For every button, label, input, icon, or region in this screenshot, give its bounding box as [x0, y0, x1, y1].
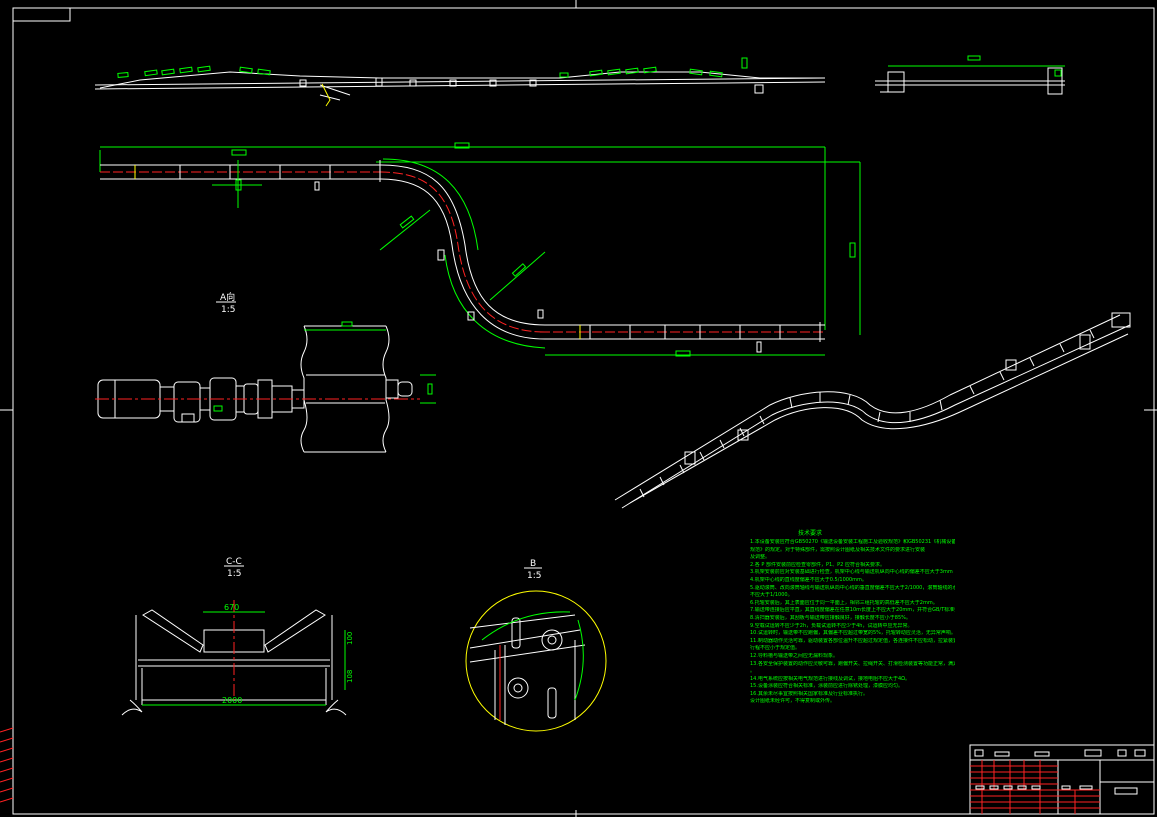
dim-2000: 2000	[222, 696, 242, 705]
small-elevation-view	[875, 55, 1065, 95]
note-line: 9.空载试运转不应少于2h，负载试运转不应少于4h，试运转中应无异常。	[750, 622, 913, 629]
view-a-scale: 1:5	[221, 305, 235, 315]
left-edge-marks	[0, 727, 14, 803]
note-line: 设计图纸未经许可，不得复制或外传。	[750, 698, 836, 705]
note-line: 12.导料槽与输送带之间应无漏料现象。	[750, 652, 838, 659]
note-line: 16.其余未尽事宜按照相关国家标准及行业标准执行。	[750, 690, 868, 697]
note-line: 。	[750, 668, 756, 675]
notes-heading: 技术要求	[797, 530, 822, 537]
cad-drawing-canvas: A向 1:5 C-C 1:5 670 2000 100 108 B 1:5	[0, 0, 1157, 817]
note-line: 规范》的规定。对于特殊部件，需按照设计图纸及相关技术文件的要求进行安装	[750, 546, 926, 553]
note-line: 不应大于1/1000。	[750, 592, 793, 599]
detail-b-view: B 1:5	[465, 559, 607, 732]
isometric-conveyor-view	[614, 312, 1131, 509]
note-line: 3.机架安装前应对安装基础进行检查，机架中心线与输送机纵向中心线的偏差不应大于3…	[750, 569, 953, 576]
top-elevation-view	[94, 57, 826, 107]
note-line: 5.驱动滚筒、改向滚筒轴线与输送机纵向中心线的垂直度偏差不应大于2/1000，滚…	[750, 584, 955, 591]
note-line: 1.本设备安装应符合GB50270《输送设备安装工程施工及验收规范》和GB502…	[750, 539, 955, 545]
dim-100: 100	[346, 632, 354, 645]
detail-b-scale: 1:5	[527, 571, 541, 581]
note-line: 11.制动器动作灵活可靠，驱动装置各部位温升不应超过规定值，各连接件不应松动，拉…	[750, 637, 955, 644]
note-line: 及调整。	[750, 554, 771, 561]
note-line: 13.各安全保护装置的动作应灵敏可靠，跑偏开关、拉绳开关、打滑检测装置等功能正常…	[750, 660, 955, 667]
view-a-title: A向	[220, 291, 235, 303]
note-line: 6.托辊安装后，其上表面应位于同一平面上，相邻三组托辊的高低差不应大于2mm。	[750, 599, 938, 606]
drive-assembly-view	[95, 321, 436, 453]
note-line: 行程不应小于规定值。	[750, 645, 801, 652]
note-line: 4.机架中心线的直线度偏差不应大于0.5/1000mm。	[750, 576, 867, 583]
note-line: 8.清扫器安装后，其刮板与输送带应接触良好，接触长度不应小于85%。	[750, 614, 911, 621]
dim-108: 108	[346, 670, 354, 683]
note-line: 2.各 P 部件安装前应检查零部件，P1、P2 应符合相关要求。	[750, 561, 885, 568]
note-line: 10.试运转时，输送带不应跑偏，其偏差不应超过带宽的5%，托辊转动应灵活，无异常…	[750, 630, 955, 637]
note-line: 14.电气系统应按相关电气规范进行接线及调试，接地电阻不应大于4Ω。	[750, 675, 910, 682]
title-block	[969, 744, 1155, 815]
section-c-view: C-C 1:5 670 2000 100 108	[121, 557, 354, 716]
dim-670: 670	[224, 603, 239, 612]
view-a-label: A向 1:5	[216, 291, 236, 315]
note-line: 7.输送带连接后应平直，其直线度偏差在任意10m长度上不应大于20mm，并符合G…	[750, 607, 955, 614]
plan-view	[99, 142, 861, 357]
technical-notes: 技术要求 1.本设备安装应符合GB50270《输送设备安装工程施工及验收规范》和…	[750, 528, 955, 706]
section-c-scale: 1:5	[227, 569, 241, 579]
note-line: 15.设备涂装应符合相关标准，涂装前应进行除锈处理，漆膜应均匀。	[750, 683, 903, 690]
